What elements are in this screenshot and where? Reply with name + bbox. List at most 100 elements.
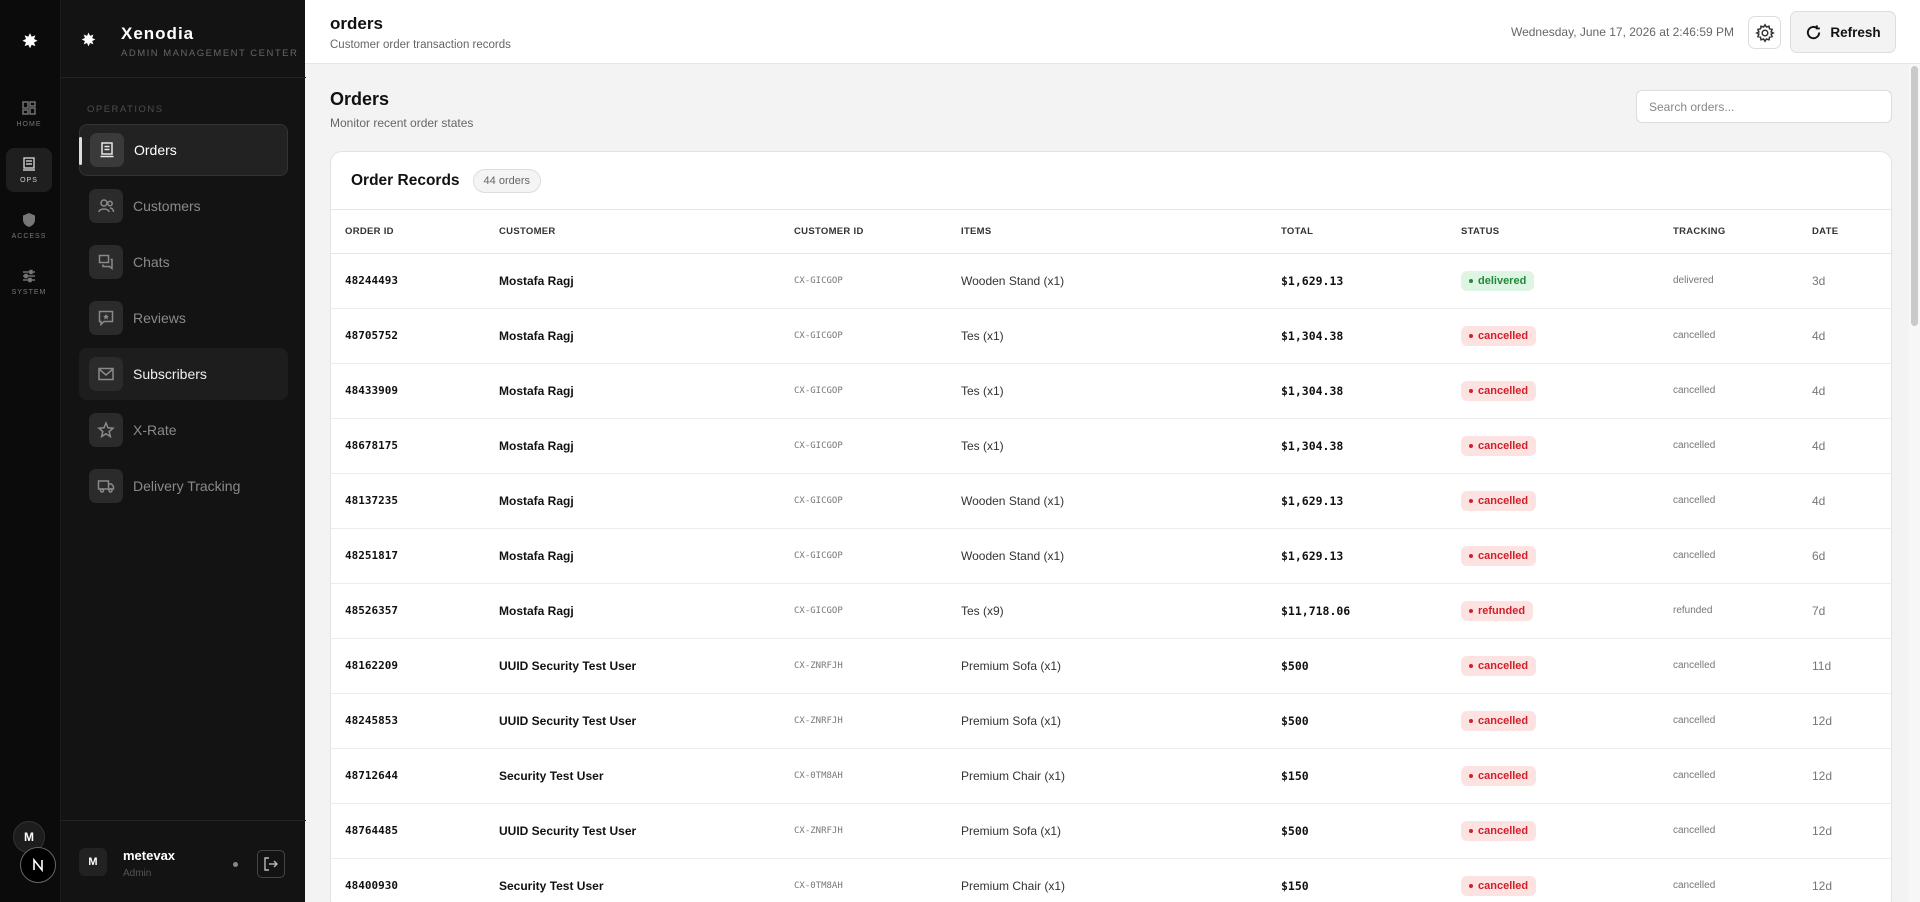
sidebar-item-reviews[interactable]: Reviews <box>79 292 288 344</box>
table-body: 48244493 Mostafa Ragj CX-GICGOP Wooden Stan… <box>331 253 1891 902</box>
column-header[interactable]: CUSTOMER <box>485 210 780 254</box>
customer-id: CX-0TM8AH <box>780 748 947 804</box>
status-label: cancelled <box>1478 549 1529 562</box>
table-row[interactable]: 48251817 Mostafa Ragj CX-GICGOP Wooden Stan… <box>331 528 1891 584</box>
sidebar-item-delivery-tracking[interactable]: Delivery Tracking <box>79 460 288 512</box>
top-bar: orders Customer order transaction record… <box>305 0 1920 64</box>
table-row[interactable]: 48244493 Mostafa Ragj CX-GICGOP Wooden Stan… <box>331 253 1891 309</box>
order-total: $11,718.06 <box>1267 583 1447 639</box>
order-date: 12d <box>1798 693 1891 749</box>
customer-id: CX-0TM8AH <box>780 858 947 902</box>
scrollbar-thumb[interactable] <box>1911 66 1918 326</box>
column-header[interactable]: STATUS <box>1447 210 1659 254</box>
order-total: $1,304.38 <box>1267 308 1447 364</box>
current-datetime: Wednesday, June 17, 2026 at 2:46:59 PM <box>1510 25 1734 39</box>
avatar[interactable]: M <box>79 848 107 876</box>
refresh-label: Refresh <box>1830 24 1881 40</box>
sidebar-item-subscribers[interactable]: Subscribers <box>79 348 288 400</box>
sidebar-item-label: Delivery Tracking <box>133 478 241 494</box>
document-icon <box>23 157 35 171</box>
status-badge: refunded <box>1461 600 1534 621</box>
status-badge: cancelled <box>1461 325 1537 346</box>
order-items: Premium Chair (x1) <box>947 748 1267 804</box>
gear-icon <box>1754 22 1775 43</box>
brand-logo-icon: ✸ <box>81 30 97 50</box>
customer-name: Security Test User <box>485 748 780 804</box>
sidebar-item-x-rate[interactable]: X-Rate <box>79 404 288 456</box>
status-badge: cancelled <box>1461 435 1537 456</box>
order-id: 48137235 <box>331 473 485 529</box>
order-id: 48400930 <box>331 858 485 902</box>
order-id: 48244493 <box>331 253 485 309</box>
settings-button[interactable] <box>1748 16 1781 49</box>
column-header[interactable]: TRACKING <box>1659 210 1798 254</box>
sidebar-item-chats[interactable]: Chats <box>79 236 288 288</box>
sidebar-item-orders[interactable]: Orders <box>79 124 288 176</box>
top-bar-title: orders <box>330 14 383 33</box>
tracking-status: cancelled <box>1659 638 1798 694</box>
tracking-status: cancelled <box>1659 473 1798 529</box>
rail-item-access[interactable]: ACCESS <box>6 204 52 248</box>
order-items: Wooden Stand (x1) <box>947 253 1267 309</box>
sliders-icon <box>23 269 35 283</box>
rail-item-ops[interactable]: OPS <box>6 148 52 192</box>
status-label: cancelled <box>1478 659 1529 672</box>
refresh-button[interactable]: Refresh <box>1790 11 1896 53</box>
users-icon <box>89 189 123 223</box>
rail-item-home[interactable]: HOME <box>6 92 52 136</box>
table-row[interactable]: 48764485 UUID Security Test User CX-ZNRFJH… <box>331 803 1891 859</box>
table-row[interactable]: 48526357 Mostafa Ragj CX-GICGOP Tes (x9) $11… <box>331 583 1891 639</box>
status-cell: cancelled <box>1447 528 1659 584</box>
order-total: $150 <box>1267 748 1447 804</box>
column-header[interactable]: TOTAL <box>1267 210 1447 254</box>
table-row[interactable]: 48137235 Mostafa Ragj CX-GICGOP Wooden Stan… <box>331 473 1891 529</box>
customer-id: CX-GICGOP <box>780 363 947 419</box>
table-row[interactable]: 48678175 Mostafa Ragj CX-GICGOP Tes (x1) $1,… <box>331 418 1891 474</box>
customer-name: Mostafa Ragj <box>485 363 780 419</box>
status-dot-icon <box>1469 443 1473 448</box>
logout-button[interactable] <box>257 850 285 878</box>
order-date: 3d <box>1798 253 1891 309</box>
brand-header: ✸ Xenodia ADMIN MANAGEMENT CENTER <box>61 0 306 78</box>
table-row[interactable]: 48433909 Mostafa Ragj CX-GICGOP Tes (x1) $1,… <box>331 363 1891 419</box>
search-input[interactable] <box>1636 90 1892 123</box>
status-label: delivered <box>1478 274 1527 287</box>
table-row[interactable]: 48712644 Security Test User CX-0TM8AH Premi… <box>331 748 1891 804</box>
rail-item-system[interactable]: SYSTEM <box>6 260 52 304</box>
order-date: 4d <box>1798 308 1891 364</box>
logout-icon <box>264 857 278 871</box>
status-cell: cancelled <box>1447 363 1659 419</box>
column-header[interactable]: ITEMS <box>947 210 1267 254</box>
status-label: cancelled <box>1478 439 1529 452</box>
status-dot-icon <box>1469 773 1473 778</box>
receipt-icon <box>90 133 124 167</box>
tracking-status: delivered <box>1659 253 1798 309</box>
rail-label: HOME <box>16 121 42 128</box>
order-id: 48162209 <box>331 638 485 694</box>
table-row[interactable]: 48705752 Mostafa Ragj CX-GICGOP Tes (x1) $1,… <box>331 308 1891 364</box>
column-header[interactable]: DATE <box>1798 210 1891 254</box>
table-row[interactable]: 48400930 Security Test User CX-0TM8AH Premi… <box>331 858 1891 902</box>
customer-id: CX-ZNRFJH <box>780 803 947 859</box>
page-subtitle: Monitor recent order states <box>330 116 474 130</box>
app-logo-icon[interactable]: ✸ <box>18 30 42 54</box>
order-items: Premium Chair (x1) <box>947 858 1267 902</box>
customer-id: CX-GICGOP <box>780 583 947 639</box>
customer-name: Mostafa Ragj <box>485 418 780 474</box>
card-header: Order Records 44 orders <box>331 152 1891 210</box>
order-items: Premium Sofa (x1) <box>947 693 1267 749</box>
shield-icon <box>23 213 35 227</box>
column-header[interactable]: ORDER ID <box>331 210 485 254</box>
grid-icon <box>22 101 36 115</box>
table-row[interactable]: 48245853 UUID Security Test User CX-ZNRFJH… <box>331 693 1891 749</box>
order-total: $500 <box>1267 638 1447 694</box>
user-role: Admin <box>123 868 152 879</box>
n-logo-icon[interactable] <box>20 847 56 883</box>
customer-id: CX-ZNRFJH <box>780 693 947 749</box>
table-row[interactable]: 48162209 UUID Security Test User CX-ZNRFJH… <box>331 638 1891 694</box>
order-items: Tes (x9) <box>947 583 1267 639</box>
icon-rail: ✸ HOME OPS ACCESS SYSTEM M <box>0 0 60 902</box>
column-header[interactable]: CUSTOMER ID <box>780 210 947 254</box>
sidebar-item-customers[interactable]: Customers <box>79 180 288 232</box>
tracking-status: cancelled <box>1659 418 1798 474</box>
